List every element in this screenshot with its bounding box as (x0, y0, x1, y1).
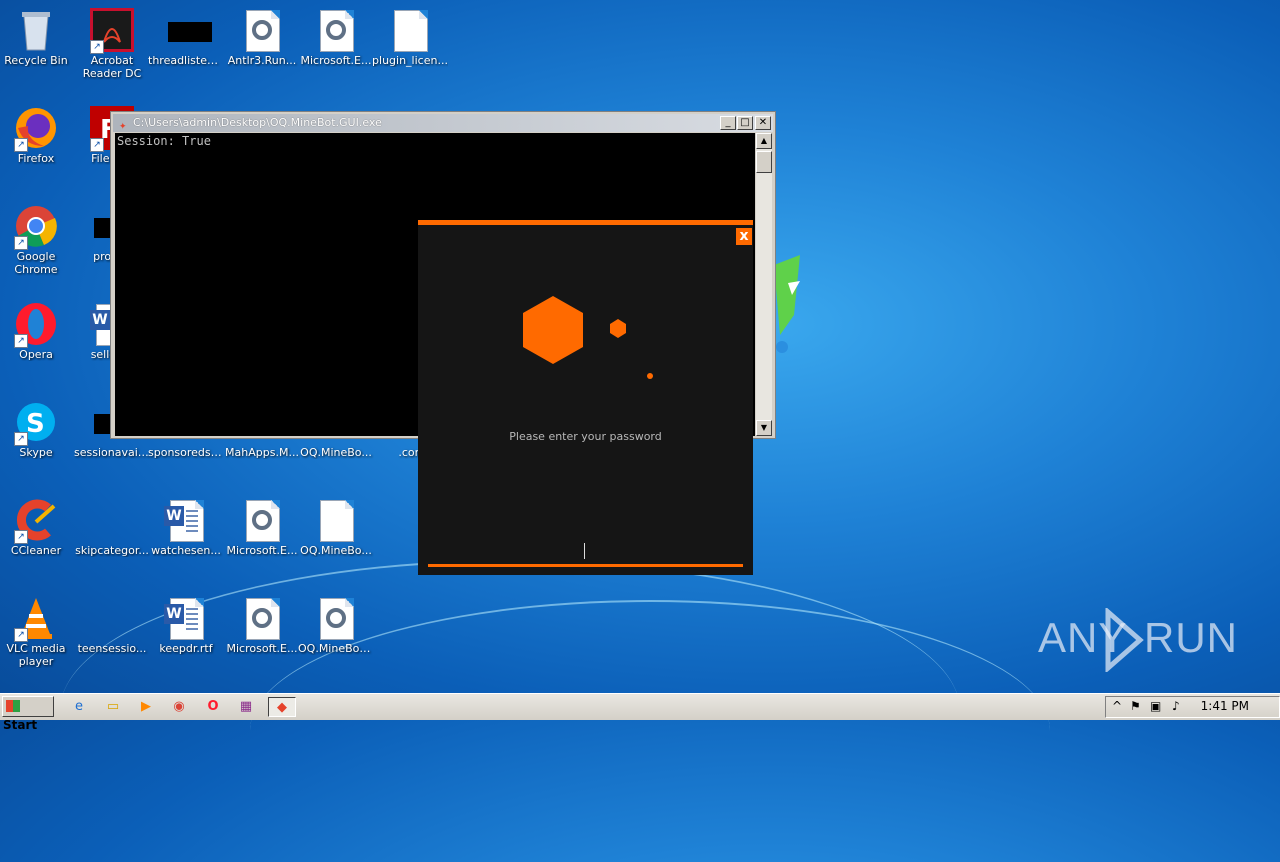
tray-expand-icon[interactable]: ^ (1112, 699, 1122, 713)
shortcut-arrow-icon: ↗ (14, 432, 28, 446)
desktop-icon-google-chrome[interactable]: ↗ Google Chrome (0, 204, 74, 276)
network-icon[interactable]: ▣ (1150, 699, 1161, 713)
desktop-icon-firefox[interactable]: ↗ Firefox (0, 106, 74, 165)
desktop-icon-opera[interactable]: ↗ Opera (0, 302, 74, 361)
scroll-thumb[interactable] (756, 151, 772, 173)
ccleaner-icon: ↗ (14, 498, 58, 544)
shortcut-arrow-icon: ↗ (14, 236, 28, 250)
winrar-icon[interactable]: ▦ (235, 697, 257, 717)
acrobat-icon: ↗ (90, 8, 134, 54)
dll-file-icon (240, 596, 284, 640)
word-document-icon: W (164, 498, 208, 542)
console-title: C:\Users\admin\Desktop\OQ.MineBot.GUI.ex… (133, 116, 382, 129)
shortcut-arrow-icon: ↗ (14, 628, 28, 642)
app-icon: ✦ (119, 122, 127, 132)
desktop-icon-watchesen[interactable]: W watchesen... (148, 498, 224, 557)
dll-file-icon (314, 8, 358, 52)
desktop-icon-skype[interactable]: S ↗ Skype (0, 400, 74, 459)
action-center-flag-icon[interactable]: ⚑ (1130, 699, 1141, 713)
blank-file-icon (164, 8, 212, 52)
watermark-text-right: RUN (1144, 614, 1238, 661)
maximize-button[interactable]: □ (737, 116, 753, 130)
chrome-icon: ↗ (14, 204, 58, 250)
desktop-icon-microsoft-e3[interactable]: Microsoft.E... (224, 596, 300, 655)
desktop-icon-antlr3[interactable]: Antlr3.Run... (224, 8, 300, 67)
desktop-icon-skipcategor[interactable]: skipcategor... (74, 498, 150, 557)
taskbar: Start e ▭ ▶ ◉ O ▦ ◆ ^ ⚑ ▣ ♪ 1:41 PM (0, 693, 1280, 732)
console-titlebar[interactable]: ✦ C:\Users\admin\Desktop\OQ.MineBot.GUI.e… (113, 114, 773, 132)
opera-taskbar-icon[interactable]: O (202, 697, 224, 717)
svg-text:S: S (26, 409, 45, 439)
minebot-taskbar-icon[interactable]: ◆ (268, 697, 296, 717)
console-output-line: Session: True (117, 134, 211, 148)
password-input[interactable] (428, 537, 743, 567)
desktop-icon-plugin-licen[interactable]: plugin_licen... (372, 8, 448, 67)
ie-icon[interactable]: e (68, 697, 90, 717)
scroll-down-icon[interactable]: ▼ (756, 420, 772, 436)
volume-icon[interactable]: ♪ (1172, 699, 1180, 713)
anyrun-watermark: ANY RUN (1038, 608, 1238, 672)
firefox-icon: ↗ (14, 106, 58, 152)
desktop-icon-recycle-bin[interactable]: Recycle Bin (0, 8, 74, 67)
shortcut-arrow-icon: ↗ (90, 138, 104, 152)
media-player-icon[interactable]: ▶ (135, 697, 157, 717)
desktop-icon-teensession[interactable]: teensessio... (74, 596, 150, 655)
dll-file-icon (314, 596, 358, 640)
play-icon (1105, 608, 1144, 672)
scroll-up-icon[interactable]: ▲ (756, 133, 772, 149)
shortcut-arrow-icon: ↗ (14, 530, 28, 544)
clock[interactable]: 1:41 PM (1201, 699, 1249, 713)
desktop-icon-acrobat[interactable]: ↗ Acrobat Reader DC (74, 8, 150, 80)
skype-icon: S ↗ (14, 400, 58, 446)
dll-file-icon (240, 498, 284, 542)
desktop-icon-oq-minebot-3[interactable]: OQ.MineBot... (298, 596, 374, 655)
start-button[interactable]: Start (2, 696, 54, 732)
windows-flag-icon (6, 700, 20, 712)
desktop-icon-threadlisten[interactable]: threadlisten... (148, 8, 224, 67)
chrome-taskbar-icon[interactable]: ◉ (168, 697, 190, 717)
blank-file-icon (90, 596, 134, 640)
shortcut-arrow-icon: ↗ (90, 40, 104, 54)
shortcut-arrow-icon: ↗ (14, 138, 28, 152)
desktop-icon-vlc[interactable]: ↗ VLC media player (0, 596, 74, 668)
word-document-icon: W (164, 596, 208, 640)
text-caret (584, 543, 585, 559)
recycle-bin-icon (14, 8, 58, 52)
minimize-button[interactable]: _ (720, 116, 736, 130)
desktop-icon-microsoft-e1[interactable]: Microsoft.E... (298, 8, 374, 67)
desktop-icon-keepdr[interactable]: W keepdr.rtf (148, 596, 224, 655)
blank-file-icon (90, 498, 134, 542)
desktop-icon-ccleaner[interactable]: ↗ CCleaner (0, 498, 74, 557)
shortcut-arrow-icon: ↗ (14, 334, 28, 348)
close-button[interactable]: ✕ (755, 116, 771, 130)
dll-file-icon (240, 8, 284, 52)
hexagon-logo-icon (523, 296, 653, 379)
dialog-close-button[interactable]: x (736, 228, 752, 245)
text-file-icon (388, 8, 432, 52)
console-scrollbar[interactable]: ▲ ▼ (756, 133, 772, 436)
system-tray: ^ ⚑ ▣ ♪ 1:41 PM (1105, 696, 1280, 718)
text-file-icon (314, 498, 358, 542)
vlc-icon: ↗ (14, 596, 58, 642)
password-dialog[interactable]: x Please enter your password (418, 220, 753, 575)
folder-icon[interactable]: ▭ (102, 697, 124, 717)
opera-icon: ↗ (14, 302, 58, 348)
desktop-icon-oq-minebo-2[interactable]: OQ.MineBo... (298, 498, 374, 557)
password-prompt: Please enter your password (509, 430, 662, 443)
desktop-icon-microsoft-e2[interactable]: Microsoft.E... (224, 498, 300, 557)
